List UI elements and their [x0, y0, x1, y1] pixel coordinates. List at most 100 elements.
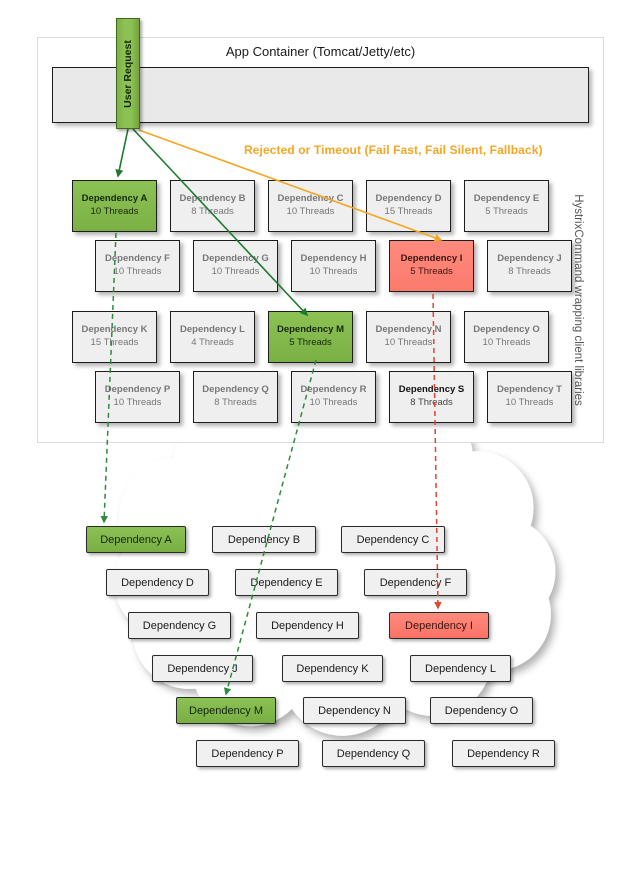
thread-pool-count: 5 Threads	[410, 266, 453, 277]
thread-pool-count: 15 Threads	[384, 206, 433, 217]
rejected-or-timeout-label: Rejected or Timeout (Fail Fast, Fail Sil…	[244, 143, 543, 157]
thread-pool-name: Dependency I	[400, 253, 463, 265]
thread-pool-box-p[interactable]: Dependency P 10 Threads	[95, 371, 180, 423]
thread-pool-count: 4 Threads	[191, 337, 234, 348]
cloud-service-label: Dependency O	[444, 704, 519, 717]
cloud-service-box-e[interactable]: Dependency E	[235, 569, 338, 596]
cloud-service-box-b[interactable]: Dependency B	[212, 526, 316, 553]
user-request-label: User Request	[122, 39, 134, 108]
cloud-service-label: Dependency A	[100, 533, 172, 546]
cloud-service-label: Dependency C	[356, 533, 430, 546]
thread-pool-name: Dependency C	[277, 193, 344, 205]
thread-pool-box-d[interactable]: Dependency D 15 Threads	[366, 180, 451, 232]
cloud-service-box-o[interactable]: Dependency O	[430, 697, 533, 724]
cloud-service-label: Dependency J	[167, 662, 238, 675]
cloud-service-label: Dependency N	[318, 704, 391, 717]
thread-pool-count: 15 Threads	[90, 337, 139, 348]
thread-pool-name: Dependency T	[497, 384, 562, 396]
cloud-service-label: Dependency E	[250, 576, 323, 589]
thread-pool-name: Dependency N	[375, 324, 442, 336]
thread-pool-count: 10 Threads	[113, 397, 162, 408]
cloud-service-box-f[interactable]: Dependency F	[364, 569, 467, 596]
thread-pool-name: Dependency G	[202, 253, 269, 265]
thread-pool-box-j[interactable]: Dependency J8 Threads	[487, 240, 572, 292]
cloud-service-box-h[interactable]: Dependency H	[256, 612, 359, 639]
cloud-service-label: Dependency R	[467, 747, 540, 760]
thread-pool-count: 10 Threads	[90, 206, 139, 217]
thread-pool-name: Dependency B	[179, 193, 246, 205]
cloud-service-label: Dependency I	[405, 619, 473, 632]
cloud-service-box-p[interactable]: Dependency P	[196, 740, 299, 767]
thread-pool-name: Dependency P	[104, 384, 171, 396]
thread-pool-box-s[interactable]: Dependency S8 Threads	[389, 371, 474, 423]
cloud-service-box-q[interactable]: Dependency Q	[322, 740, 425, 767]
cloud-service-box-j[interactable]: Dependency J	[152, 655, 253, 682]
thread-pool-box-i[interactable]: Dependency I5 Threads	[389, 240, 474, 292]
thread-pool-name: Dependency H	[300, 253, 367, 265]
cloud-service-box-g[interactable]: Dependency G	[128, 612, 231, 639]
cloud-service-label: Dependency Q	[336, 747, 411, 760]
thread-pool-count: 10 Threads	[113, 266, 162, 277]
thread-pool-box-b[interactable]: Dependency B8 Threads	[170, 180, 255, 232]
thread-pool-name: Dependency K	[81, 324, 148, 336]
thread-pool-name: Dependency S	[398, 384, 465, 396]
cloud-service-label: Dependency P	[211, 747, 284, 760]
cloud-service-box-n[interactable]: Dependency N	[303, 697, 406, 724]
cloud-service-box-m[interactable]: Dependency M	[176, 697, 276, 724]
thread-pool-count: 10 Threads	[309, 266, 358, 277]
thread-pool-box-k[interactable]: Dependency K 15 Threads	[72, 311, 157, 363]
cloud-service-label: Dependency F	[379, 576, 452, 589]
thread-pool-count: 10 Threads	[505, 397, 554, 408]
thread-pool-count: 8 Threads	[214, 397, 257, 408]
thread-pool-box-o[interactable]: Dependency O 10 Threads	[464, 311, 549, 363]
cloud-service-box-d[interactable]: Dependency D	[106, 569, 209, 596]
thread-pool-count: 5 Threads	[485, 206, 528, 217]
cloud-service-label: Dependency L	[425, 662, 496, 675]
thread-pool-count: 10 Threads	[286, 206, 335, 217]
thread-pool-count: 10 Threads	[384, 337, 433, 348]
cloud-service-label: Dependency M	[189, 704, 263, 717]
thread-pool-name: Dependency J	[497, 253, 562, 265]
side-label-text: HystrixCommand wrapping client libraries	[572, 194, 584, 406]
cloud-service-box-l[interactable]: Dependency L	[410, 655, 511, 682]
thread-pool-box-f[interactable]: Dependency F 10 Threads	[95, 240, 180, 292]
thread-pool-box-c[interactable]: Dependency C 10 Threads	[268, 180, 353, 232]
thread-pool-count: 8 Threads	[191, 206, 234, 217]
thread-pool-count: 10 Threads	[482, 337, 531, 348]
cloud-service-box-c[interactable]: Dependency C	[341, 526, 445, 553]
thread-pool-name: Dependency R	[300, 384, 367, 396]
thread-pool-name: Dependency E	[473, 193, 540, 205]
user-request-box: User Request	[116, 18, 140, 129]
cloud-service-label: Dependency B	[227, 533, 301, 546]
thread-pool-box-n[interactable]: Dependency N 10 Threads	[366, 311, 451, 363]
thread-pool-box-q[interactable]: Dependency Q8 Threads	[193, 371, 278, 423]
thread-pool-count: 8 Threads	[508, 266, 551, 277]
thread-pool-name: Dependency F	[105, 253, 170, 265]
cloud-service-box-r[interactable]: Dependency R	[452, 740, 555, 767]
cloud-service-box-a[interactable]: Dependency A	[86, 526, 186, 553]
thread-pool-box-t[interactable]: Dependency T 10 Threads	[487, 371, 572, 423]
thread-pool-name: Dependency O	[473, 324, 540, 336]
thread-pool-box-e[interactable]: Dependency E5 Threads	[464, 180, 549, 232]
cloud-service-box-i[interactable]: Dependency I	[389, 612, 489, 639]
thread-pool-count: 10 Threads	[211, 266, 260, 277]
thread-pool-box-g[interactable]: Dependency G 10 Threads	[193, 240, 278, 292]
diagram-canvas: App Container (Tomcat/Jetty/etc) Hystrix…	[0, 0, 640, 869]
thread-pool-name: Dependency M	[276, 324, 345, 336]
cloud-service-label: Dependency D	[121, 576, 194, 589]
cloud-service-label: Dependency K	[296, 662, 369, 675]
cloud-service-label: Dependency H	[271, 619, 344, 632]
thread-pool-box-m[interactable]: Dependency M5 Threads	[268, 311, 353, 363]
thread-pool-box-l[interactable]: Dependency L4 Threads	[170, 311, 255, 363]
thread-pool-count: 5 Threads	[289, 337, 332, 348]
thread-pool-name: Dependency L	[180, 324, 245, 336]
thread-pool-count: 10 Threads	[309, 397, 358, 408]
thread-pool-name: Dependency Q	[202, 384, 269, 396]
thread-pool-box-r[interactable]: Dependency R 10 Threads	[291, 371, 376, 423]
thread-pool-count: 8 Threads	[410, 397, 453, 408]
thread-pool-box-a[interactable]: Dependency A 10 Threads	[72, 180, 157, 232]
thread-pool-name: Dependency A	[81, 193, 148, 205]
cloud-service-box-k[interactable]: Dependency K	[282, 655, 383, 682]
thread-pool-box-h[interactable]: Dependency H 10 Threads	[291, 240, 376, 292]
thread-pool-name: Dependency D	[375, 193, 442, 205]
